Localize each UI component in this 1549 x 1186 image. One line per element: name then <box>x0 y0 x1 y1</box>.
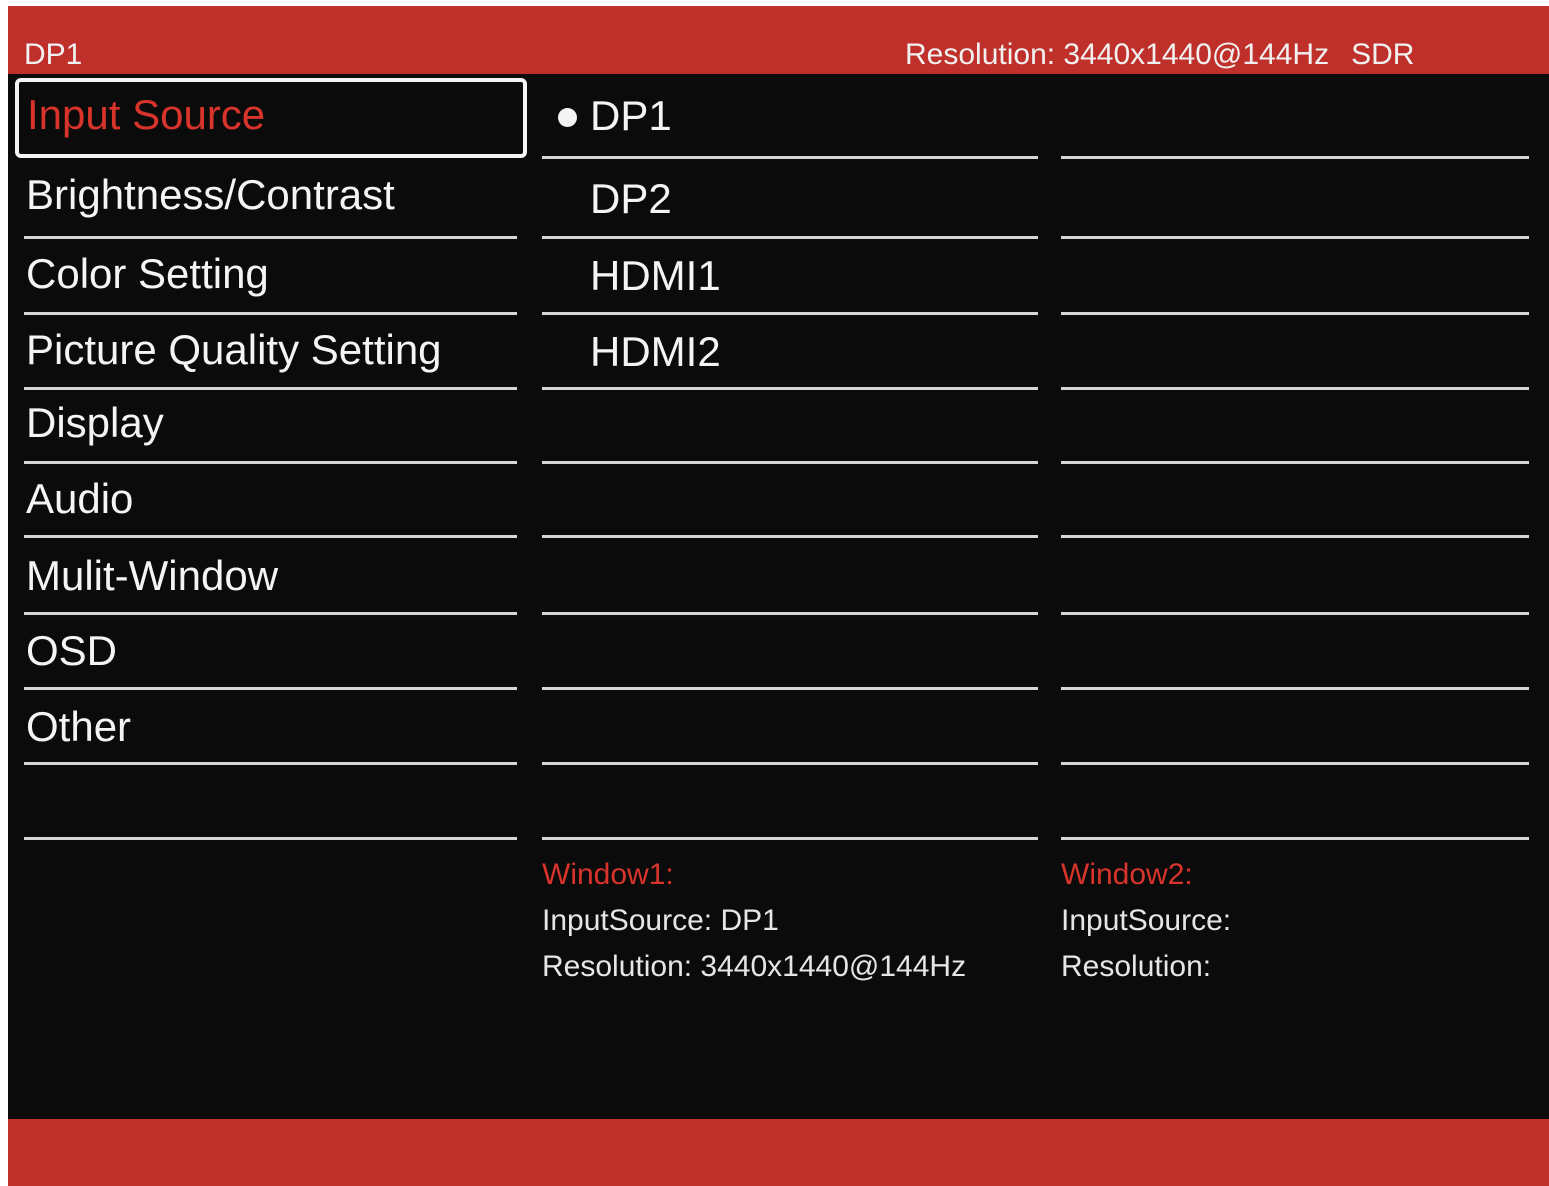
divider <box>542 762 1038 765</box>
menu-item-label: Display <box>26 399 164 446</box>
menu-item-label: Audio <box>26 475 134 522</box>
divider <box>24 687 517 690</box>
divider <box>24 762 517 765</box>
divider <box>24 312 517 315</box>
divider <box>24 461 517 464</box>
divider <box>1061 387 1529 390</box>
window2-title: Window2: <box>1061 858 1193 891</box>
window2-resolution: Resolution: <box>1061 950 1212 983</box>
divider <box>1061 762 1529 765</box>
divider <box>1061 236 1529 239</box>
divider <box>24 837 517 840</box>
window2-input-source: InputSource: <box>1061 904 1232 937</box>
option-label: DP2 <box>590 175 672 222</box>
header-status: Resolution: 3440x1440@144Hz SDR <box>905 37 1436 73</box>
option-label: DP1 <box>590 92 672 139</box>
divider <box>1061 612 1529 615</box>
menu-item-label: Picture Quality Setting <box>26 326 442 373</box>
window2-info: Window2: InputSource: Resolution: <box>1061 852 1231 990</box>
divider <box>1061 687 1529 690</box>
divider <box>542 461 1038 464</box>
divider <box>542 387 1038 390</box>
window1-title: Window1: <box>542 858 674 891</box>
option-label: HDMI2 <box>590 328 721 375</box>
menu-item-label: Other <box>26 703 132 750</box>
menu-item-label: Mulit-Window <box>26 552 279 599</box>
divider <box>24 236 517 239</box>
divider <box>1061 312 1529 315</box>
divider <box>542 156 1038 159</box>
menu-item-label: Brightness/Contrast <box>26 171 395 218</box>
menu-item-label: Input Source <box>27 91 266 138</box>
divider <box>542 236 1038 239</box>
header-bar: DP1 Resolution: 3440x1440@144Hz SDR <box>8 6 1549 74</box>
menu-item-label: OSD <box>26 627 118 674</box>
dynamic-range-label: SDR <box>1351 38 1415 71</box>
window1-resolution: Resolution: 3440x1440@144Hz <box>542 950 967 983</box>
divider <box>24 387 517 390</box>
divider <box>1061 535 1529 538</box>
divider <box>542 535 1038 538</box>
divider <box>542 837 1038 840</box>
option-label: HDMI1 <box>590 252 721 299</box>
footer-bar <box>8 1119 1549 1186</box>
window1-input-source: InputSource: DP1 <box>542 904 779 937</box>
menu-item-label: Color Setting <box>26 250 269 297</box>
menu-item-input-source[interactable]: Input Source <box>15 78 527 158</box>
resolution-readout: Resolution: 3440x1440@144Hz <box>905 38 1330 71</box>
divider <box>542 687 1038 690</box>
window1-info: Window1: InputSource: DP1 Resolution: 34… <box>542 852 966 990</box>
current-source-label: DP1 <box>24 38 83 71</box>
divider <box>24 612 517 615</box>
divider <box>24 535 517 538</box>
divider <box>542 612 1038 615</box>
divider <box>1061 461 1529 464</box>
osd-menu: DP1 Resolution: 3440x1440@144Hz SDR Input… <box>8 6 1549 1186</box>
divider <box>1061 156 1529 159</box>
divider <box>1061 837 1529 840</box>
divider <box>542 312 1038 315</box>
selected-bullet-icon <box>558 108 577 127</box>
